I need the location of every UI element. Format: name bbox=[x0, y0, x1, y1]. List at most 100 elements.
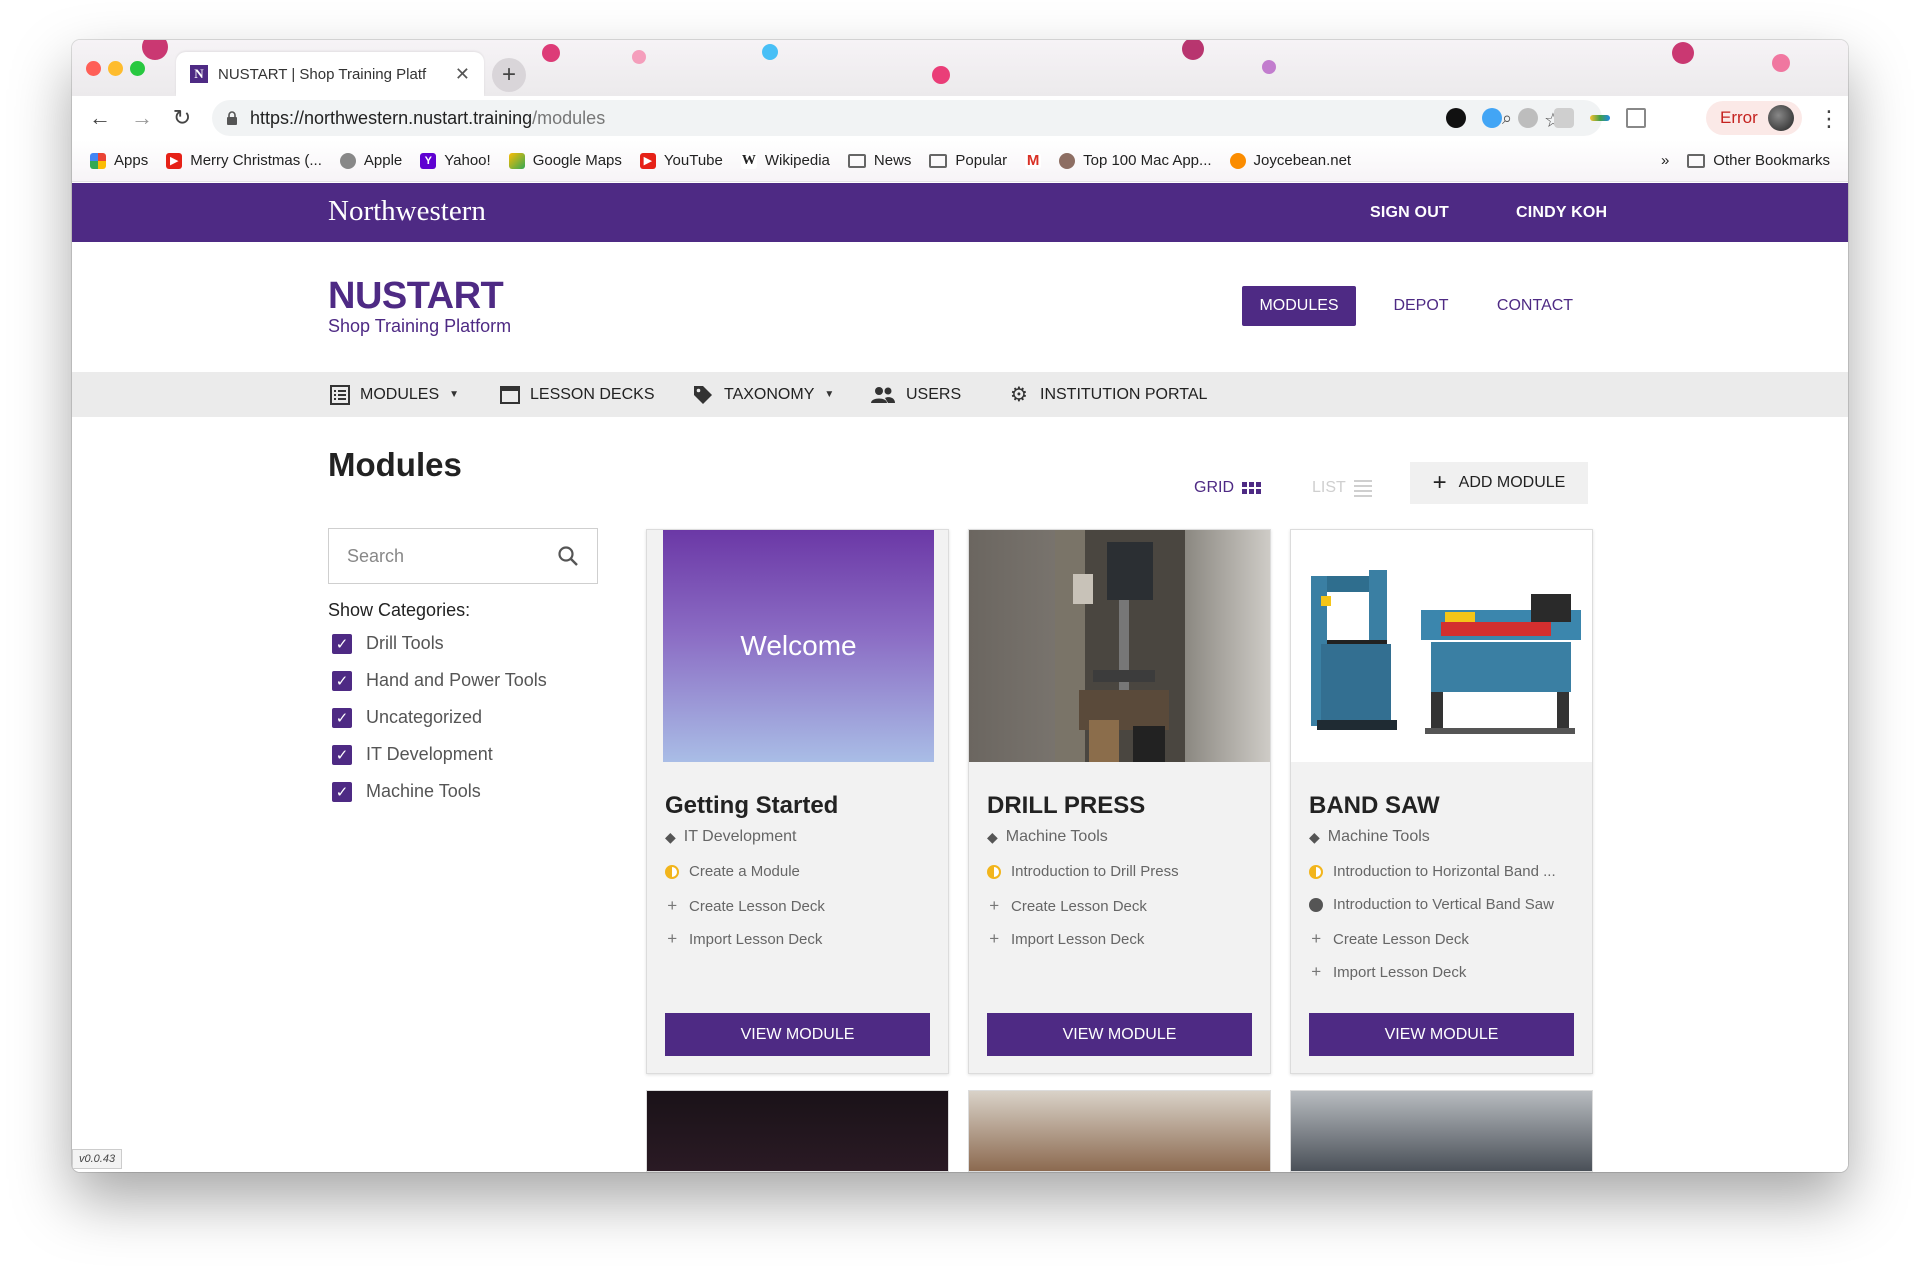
minimize-window-button[interactable] bbox=[108, 61, 123, 76]
admin-subnav: MODULES ▼ LESSON DECKS TAXONOMY ▼ USERS … bbox=[72, 372, 1848, 417]
create-lesson-deck-link[interactable]: + Create Lesson Deck bbox=[665, 896, 825, 916]
browser-menu-icon[interactable]: ⋮ bbox=[1818, 106, 1840, 132]
bookmark-item[interactable]: Apple bbox=[339, 152, 402, 169]
error-label: Error bbox=[1720, 108, 1758, 127]
category-checkbox-machine-tools[interactable]: ✓ Machine Tools bbox=[332, 781, 481, 802]
lesson-item[interactable]: Introduction to Vertical Band Saw bbox=[1309, 896, 1554, 913]
folder-icon bbox=[929, 153, 948, 168]
subnav-label: USERS bbox=[906, 385, 962, 403]
subnav-lesson-decks[interactable]: LESSON DECKS bbox=[500, 372, 654, 417]
zoom-icon[interactable]: ⌕ bbox=[1502, 108, 1512, 129]
reload-icon[interactable]: ↻ bbox=[168, 104, 196, 132]
bookmark-item[interactable]: W Wikipedia bbox=[740, 152, 830, 169]
create-lesson-deck-link[interactable]: + Create Lesson Deck bbox=[987, 896, 1147, 916]
yahoo-icon: Y bbox=[420, 152, 437, 169]
lesson-label: Create a Module bbox=[689, 863, 800, 880]
forward-arrow-icon[interactable]: → bbox=[128, 104, 156, 132]
address-bar[interactable]: https://northwestern.nustart.training/mo… bbox=[212, 100, 1602, 136]
lesson-item[interactable]: Introduction to Drill Press bbox=[987, 863, 1179, 880]
add-module-button[interactable]: + ADD MODULE bbox=[1410, 462, 1588, 504]
bookmark-item[interactable]: ▶ Merry Christmas (... bbox=[166, 152, 322, 169]
search-input[interactable]: Search bbox=[328, 528, 598, 584]
northwestern-logo[interactable]: Northwestern bbox=[328, 195, 486, 228]
bookmark-label: News bbox=[873, 152, 912, 169]
new-tab-button[interactable]: + bbox=[492, 58, 526, 92]
list-view-toggle[interactable]: LIST bbox=[1312, 479, 1372, 497]
nav-modules[interactable]: MODULES bbox=[1242, 286, 1356, 326]
version-label: v0.0.43 bbox=[72, 1149, 123, 1169]
import-lesson-deck-link[interactable]: + Import Lesson Deck bbox=[987, 929, 1144, 949]
module-image[interactable] bbox=[969, 530, 1270, 762]
subnav-taxonomy[interactable]: TAXONOMY ▼ bbox=[692, 372, 834, 417]
bookmark-item[interactable]: ▶ YouTube bbox=[639, 152, 723, 169]
sign-out-link[interactable]: SIGN OUT bbox=[1370, 204, 1449, 222]
checkbox-checked-icon[interactable]: ✓ bbox=[332, 670, 352, 691]
module-image[interactable] bbox=[1291, 530, 1592, 762]
lesson-item[interactable]: Introduction to Horizontal Band ... bbox=[1309, 863, 1556, 880]
grid-view-toggle[interactable]: GRID bbox=[1194, 479, 1261, 497]
bookmark-folder[interactable]: News bbox=[847, 152, 912, 169]
extension-square-icon[interactable] bbox=[1554, 108, 1574, 128]
subnav-modules[interactable]: MODULES ▼ bbox=[330, 372, 459, 417]
bookmark-item[interactable]: M bbox=[1025, 152, 1042, 169]
close-window-button[interactable] bbox=[86, 61, 101, 76]
module-image[interactable]: Welcome bbox=[647, 530, 948, 762]
checkbox-checked-icon[interactable]: ✓ bbox=[332, 707, 352, 728]
module-card-partial[interactable] bbox=[1290, 1090, 1593, 1172]
module-title[interactable]: BAND SAW bbox=[1309, 792, 1440, 820]
checkbox-checked-icon[interactable]: ✓ bbox=[332, 744, 352, 765]
extension-grey-icon[interactable] bbox=[1518, 108, 1538, 128]
view-module-button[interactable]: VIEW MODULE bbox=[1309, 1013, 1574, 1056]
nav-depot[interactable]: DEPOT bbox=[1388, 286, 1454, 326]
checkbox-checked-icon[interactable]: ✓ bbox=[332, 781, 352, 802]
checkbox-checked-icon[interactable]: ✓ bbox=[332, 633, 352, 654]
profile-error-button[interactable]: Error bbox=[1706, 101, 1802, 135]
import-lesson-deck-link[interactable]: + Import Lesson Deck bbox=[1309, 962, 1466, 982]
extension-blue-icon[interactable] bbox=[1482, 108, 1502, 128]
view-module-button[interactable]: VIEW MODULE bbox=[987, 1013, 1252, 1056]
view-module-button[interactable]: VIEW MODULE bbox=[665, 1013, 930, 1056]
list-icon bbox=[1353, 479, 1372, 497]
youtube-icon: ▶ bbox=[639, 152, 656, 169]
subnav-users[interactable]: USERS bbox=[870, 372, 961, 417]
page-title: Modules bbox=[328, 446, 462, 483]
category-checkbox-it-development[interactable]: ✓ IT Development bbox=[332, 744, 493, 765]
extension-evernote-icon[interactable] bbox=[1446, 108, 1466, 128]
module-card-partial[interactable] bbox=[968, 1090, 1271, 1172]
other-bookmarks-folder[interactable]: Other Bookmarks bbox=[1687, 152, 1830, 169]
bookmarks-overflow-button[interactable]: » bbox=[1661, 152, 1669, 169]
category-checkbox-drill-tools[interactable]: ✓ Drill Tools bbox=[332, 633, 444, 654]
back-arrow-icon[interactable]: ← bbox=[86, 104, 114, 132]
plus-icon: + bbox=[1311, 962, 1321, 981]
bookmark-item[interactable]: Joycebean.net bbox=[1229, 152, 1351, 169]
tag-icon: ◆ bbox=[665, 828, 676, 845]
browser-tab[interactable]: N NUSTART | Shop Training Platf ✕ bbox=[176, 52, 484, 96]
extension-doc-icon[interactable] bbox=[1626, 108, 1646, 128]
nav-contact[interactable]: CONTACT bbox=[1496, 286, 1574, 326]
extension-drive-icon[interactable] bbox=[1590, 115, 1610, 121]
module-title[interactable]: DRILL PRESS bbox=[987, 792, 1145, 820]
create-lesson-deck-link[interactable]: + Create Lesson Deck bbox=[1309, 929, 1469, 949]
bookmark-item[interactable]: Y Yahoo! bbox=[420, 152, 491, 169]
bookmark-item[interactable]: Google Maps bbox=[508, 152, 622, 169]
import-lesson-deck-link[interactable]: + Import Lesson Deck bbox=[665, 929, 822, 949]
brand-title[interactable]: NUSTART bbox=[328, 275, 504, 318]
subnav-institution-portal[interactable]: ⚙ INSTITUTION PORTAL bbox=[1008, 372, 1207, 417]
maximize-window-button[interactable] bbox=[130, 61, 145, 76]
lesson-label: Introduction to Horizontal Band ... bbox=[1333, 863, 1556, 880]
bookmark-item[interactable]: Top 100 Mac App... bbox=[1059, 152, 1212, 169]
lesson-item[interactable]: Create a Module bbox=[665, 863, 800, 880]
decor-flower bbox=[1772, 54, 1790, 72]
tab-close-icon[interactable]: ✕ bbox=[455, 64, 470, 85]
bookmark-item[interactable]: Apps bbox=[90, 152, 148, 169]
module-card: Welcome Getting Started ◆ IT Development… bbox=[646, 529, 949, 1074]
user-name-link[interactable]: CINDY KOH bbox=[1516, 204, 1607, 222]
category-label: Uncategorized bbox=[366, 707, 483, 727]
module-card-partial[interactable] bbox=[646, 1090, 949, 1172]
category-checkbox-uncategorized[interactable]: ✓ Uncategorized bbox=[332, 707, 482, 728]
plus-icon: + bbox=[989, 896, 999, 915]
search-icon[interactable] bbox=[557, 545, 579, 567]
category-checkbox-hand-power-tools[interactable]: ✓ Hand and Power Tools bbox=[332, 670, 547, 691]
bookmark-folder[interactable]: Popular bbox=[929, 152, 1007, 169]
module-title[interactable]: Getting Started bbox=[665, 792, 838, 820]
